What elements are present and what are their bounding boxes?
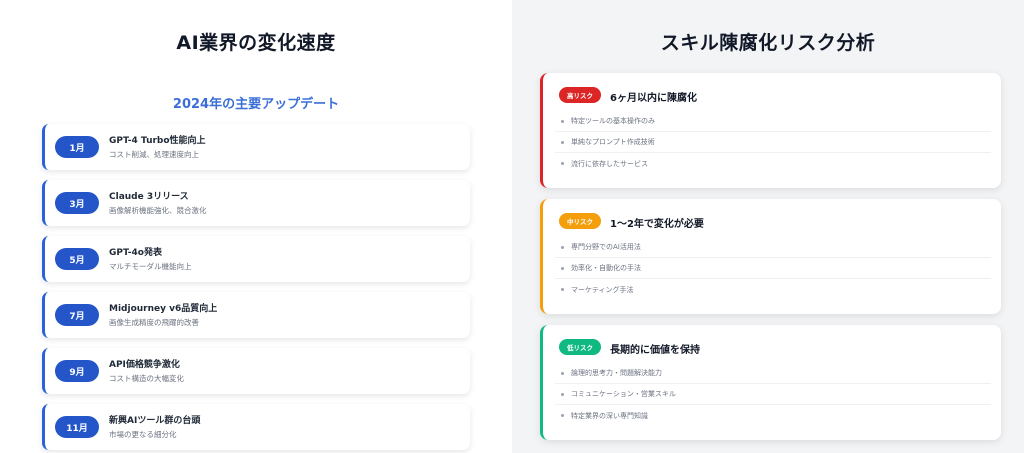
ai-change-panel: AI業界の変化速度 2024年の主要アップデート 1月 GPT-4 Turbo性… [0,0,512,453]
timeline-item-title: API価格競争激化 [109,360,180,370]
month-badge: 5月 [55,248,99,270]
bullet-icon [561,245,564,249]
month-badge: 3月 [55,192,99,214]
risk-card-title: 長期的に価値を保持 [610,345,700,356]
risk-item-list: 論理的思考力・問題解決能力 コミュニケーション・営業スキル 特定業界の深い専門知… [555,363,991,426]
timeline-item-title: 新興AIツール群の台頭 [109,416,201,426]
bullet-icon [561,162,564,165]
risk-item-label: 特定業界の深い専門知識 [571,411,648,420]
risk-card-medium: 中リスク 1〜2年で変化が必要 専門分野でのAI活用法 効率化・自動化の手法 マ… [540,199,1001,314]
risk-item-label: 特定ツールの基本操作のみ [571,117,655,125]
timeline-subtitle: 2024年の主要アップデート [172,97,340,112]
risk-item: 特定ツールの基本操作のみ [555,111,991,132]
risk-card-list: 高リスク 6ヶ月以内に陳腐化 特定ツールの基本操作のみ 単純なプロンプト作成技術… [540,73,1001,451]
bullet-icon [561,266,564,270]
timeline-item-title: Midjourney v6品質向上 [109,304,218,314]
risk-item-label: コミュニケーション・営業スキル [571,390,676,398]
bullet-icon [561,140,564,144]
risk-item-list: 専門分野でのAI活用法 効率化・自動化の手法 マーケティング手法 [555,237,991,300]
risk-item-label: 効率化・自動化の手法 [571,264,641,272]
risk-card-high: 高リスク 6ヶ月以内に陳腐化 特定ツールの基本操作のみ 単純なプロンプト作成技術… [540,73,1001,188]
timeline-item-desc: 画像生成精度の飛躍的改善 [109,318,199,327]
risk-item: 専門分野でのAI活用法 [555,237,991,258]
timeline-item-desc: 市場の更なる細分化 [109,430,177,439]
risk-item-label: 専門分野でのAI活用法 [571,243,641,251]
month-badge: 9月 [55,360,99,382]
bullet-icon [561,371,564,375]
risk-item-label: マーケティング手法 [571,285,634,294]
risk-card-low: 低リスク 長期的に価値を保持 論理的思考力・問題解決能力 コミュニケーション・営… [540,325,1001,440]
bullet-icon [561,392,564,396]
risk-item: 特定業界の深い専門知識 [555,405,991,426]
risk-item-label: 論理的思考力・問題解決能力 [571,369,662,377]
risk-item: マーケティング手法 [555,279,991,300]
risk-card-title: 6ヶ月以内に陳腐化 [610,93,697,104]
timeline-item-desc: コスト構造の大幅変化 [109,374,184,383]
risk-item: 流行に依存したサービス [555,153,991,174]
timeline-item: 7月 Midjourney v6品質向上 画像生成精度の飛躍的改善 [42,292,470,338]
risk-item-label: 単純なプロンプト作成技術 [571,138,655,146]
month-badge: 11月 [55,416,99,438]
risk-item: 論理的思考力・問題解決能力 [555,363,991,384]
timeline-item: 1月 GPT-4 Turbo性能向上 コスト削減、処理速度向上 [42,124,470,170]
risk-item: 単純なプロンプト作成技術 [555,132,991,153]
timeline-item: 11月 新興AIツール群の台頭 市場の更なる細分化 [42,404,470,450]
timeline-item-desc: マルチモーダル機能向上 [109,262,192,271]
risk-item: コミュニケーション・営業スキル [555,384,991,405]
timeline-item: 9月 API価格競争激化 コスト構造の大幅変化 [42,348,470,394]
risk-card-title: 1〜2年で変化が必要 [610,219,704,230]
timeline-item-desc: 画像解析機能強化、競合激化 [109,206,207,215]
month-badge: 7月 [55,304,99,326]
timeline-item: 5月 GPT-4o発表 マルチモーダル機能向上 [42,236,470,282]
timeline-item: 3月 Claude 3リリース 画像解析機能強化、競合激化 [42,180,470,226]
timeline-item-title: GPT-4 Turbo性能向上 [109,136,206,146]
timeline-item-title: GPT-4o発表 [109,248,162,258]
risk-item-list: 特定ツールの基本操作のみ 単純なプロンプト作成技術 流行に依存したサービス [555,111,991,174]
panel-title: スキル陳腐化リスク分析 [660,32,876,54]
month-badge: 1月 [55,136,99,158]
risk-badge: 中リスク [559,213,601,229]
panel-title: AI業界の変化速度 [176,32,336,54]
bullet-icon [561,414,564,417]
bullet-icon [561,119,564,123]
risk-item-label: 流行に依存したサービス [571,159,648,168]
risk-badge: 高リスク [559,87,601,103]
timeline-item-title: Claude 3リリース [109,192,189,202]
timeline: 1月 GPT-4 Turbo性能向上 コスト削減、処理速度向上 3月 Claud… [42,124,470,453]
risk-badge: 低リスク [559,339,601,355]
bullet-icon [561,288,564,291]
risk-item: 効率化・自動化の手法 [555,258,991,279]
timeline-item-desc: コスト削減、処理速度向上 [109,150,199,159]
